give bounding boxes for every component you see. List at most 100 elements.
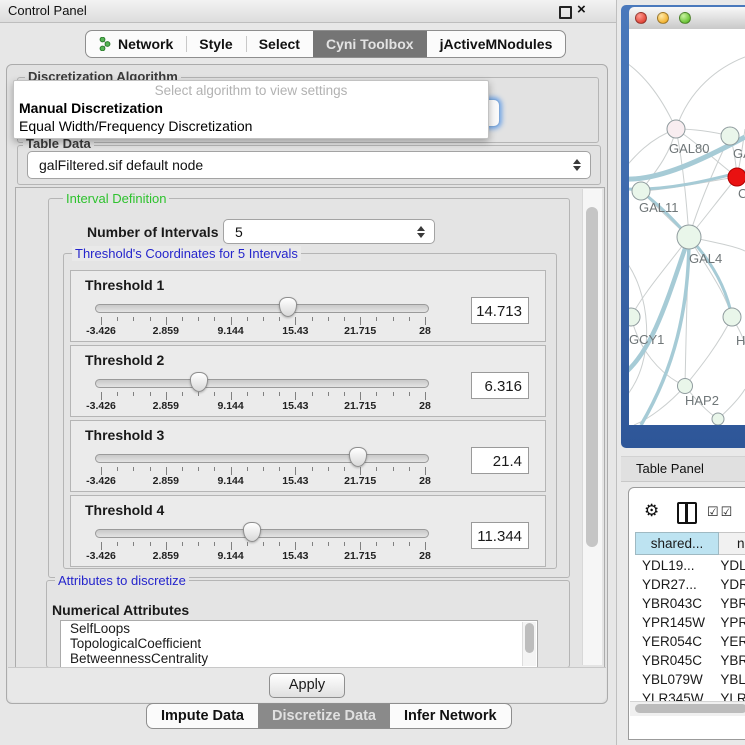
- table-row[interactable]: YDL19...YDL1: [629, 556, 745, 575]
- tab-label: jActiveMNodules: [440, 36, 553, 52]
- network-node[interactable]: [678, 379, 693, 394]
- slider-tick-labels: -3.4262.8599.14415.4321.71528: [101, 475, 425, 487]
- network-node-label: GAL11: [639, 200, 679, 215]
- slider-track[interactable]: [95, 304, 429, 313]
- slider-tick-labels: -3.4262.8599.14415.4321.71528: [101, 550, 425, 562]
- tab-cyni-toolbox[interactable]: Cyni Toolbox: [313, 31, 427, 57]
- number-of-intervals-combobox[interactable]: 5: [223, 219, 435, 244]
- cell-shared-name: YPR145W: [635, 613, 717, 632]
- threshold-box: Threshold 4-3.4262.8599.14415.4321.71528…: [70, 495, 546, 567]
- thresholds-group: Threshold's Coordinates for 5 Intervals …: [63, 253, 557, 569]
- popup-hint: Select algorithm to view settings: [14, 81, 488, 99]
- checkboxes-icon[interactable]: ☑☑: [707, 504, 734, 520]
- tab-network[interactable]: Network: [86, 31, 186, 57]
- tab-label: Cyni Toolbox: [326, 36, 414, 52]
- apply-button[interactable]: Apply: [269, 673, 345, 698]
- tab-style[interactable]: Style: [186, 31, 245, 57]
- thresholds-group-title: Threshold's Coordinates for 5 Intervals: [72, 246, 301, 261]
- cyni-toolbox-panel: Discretization Algorithm Table Data galF…: [6, 64, 608, 704]
- network-node-label: HAP2: [685, 393, 719, 408]
- slider-track[interactable]: [95, 529, 429, 538]
- table-panel-card: ⚙ ☑☑ shared... na YDL19...YDL1YDR27...YD…: [628, 487, 745, 740]
- column-header-name[interactable]: na: [719, 532, 745, 555]
- threshold-value-field[interactable]: 11.344: [471, 522, 529, 549]
- close-icon[interactable]: ×: [577, 1, 586, 18]
- zoom-traffic-light-icon[interactable]: [679, 12, 691, 24]
- spinner-arrows-icon: [417, 226, 425, 238]
- table-row[interactable]: YBR043CYBR0: [629, 594, 745, 613]
- slider-track[interactable]: [95, 379, 429, 388]
- network-node[interactable]: [632, 182, 650, 200]
- network-canvas[interactable]: GAL80GACGAL11GAL4GCY1HHAP2: [629, 29, 745, 425]
- table-row[interactable]: YBR045CYBR0: [629, 651, 745, 670]
- tab-infer-network[interactable]: Infer Network: [390, 704, 511, 728]
- network-node-label: GAL80: [669, 141, 709, 156]
- network-node[interactable]: [712, 413, 724, 425]
- control-panel: Control Panel × Network Style Select Cyn…: [0, 0, 617, 745]
- cell-shared-name: YLR345W: [635, 689, 717, 701]
- slider-track[interactable]: [95, 454, 429, 463]
- attribute-item[interactable]: SelfLoops: [61, 621, 537, 636]
- cell-name: YDL1: [717, 556, 745, 575]
- threshold-label: Threshold 2: [85, 352, 164, 368]
- split-pane-icon[interactable]: [677, 502, 697, 524]
- panel-vertical-scrollbar[interactable]: [582, 189, 602, 665]
- tab-impute-data[interactable]: Impute Data: [147, 704, 258, 728]
- table-data-combobox[interactable]: galFiltered.sif default node: [27, 151, 591, 179]
- scrollbar-thumb[interactable]: [635, 704, 745, 713]
- control-panel-titlebar: Control Panel ×: [0, 0, 616, 23]
- tab-discretize-data[interactable]: Discretize Data: [258, 704, 390, 728]
- threshold-value-field[interactable]: 14.713: [471, 297, 529, 324]
- scrollbar-thumb[interactable]: [525, 623, 534, 653]
- network-node[interactable]: [723, 308, 741, 326]
- network-node[interactable]: [667, 120, 685, 138]
- table-row[interactable]: YBL079WYBL0: [629, 670, 745, 689]
- tab-select[interactable]: Select: [246, 31, 313, 57]
- network-node[interactable]: [629, 308, 640, 326]
- table-row[interactable]: YPR145WYPR1: [629, 613, 745, 632]
- popup-option-equal-width-frequency[interactable]: Equal Width/Frequency Discretization: [14, 117, 488, 135]
- network-node-label: H: [736, 333, 745, 348]
- attribute-item[interactable]: TopologicalCoefficient: [61, 636, 537, 651]
- network-window-titlebar[interactable]: [629, 7, 745, 30]
- number-of-intervals-value: 5: [235, 220, 243, 243]
- threshold-value-field[interactable]: 21.4: [471, 447, 529, 474]
- bottom-tab-bar: Impute Data Discretize Data Infer Networ…: [146, 703, 512, 729]
- cell-name: YLR3: [717, 689, 745, 701]
- slider-thumb[interactable]: [190, 372, 208, 392]
- slider-ticks: [101, 317, 425, 325]
- network-node[interactable]: [677, 225, 701, 249]
- gear-icon[interactable]: ⚙: [644, 501, 659, 521]
- table-row[interactable]: YER054CYER0: [629, 632, 745, 651]
- interval-definition-group: Interval Definition Number of Intervals …: [48, 198, 570, 578]
- scrollbar-thumb[interactable]: [586, 207, 598, 547]
- popup-option-manual-discretization[interactable]: Manual Discretization: [14, 99, 488, 117]
- float-window-icon[interactable]: [559, 6, 572, 19]
- table-horizontal-scrollbar[interactable]: [630, 701, 745, 716]
- cell-name: YBR0: [717, 594, 745, 613]
- numerical-attributes-list[interactable]: SelfLoopsTopologicalCoefficientBetweenne…: [60, 620, 538, 668]
- network-view-window[interactable]: GAL80GACGAL11GAL4GCY1HHAP2: [621, 5, 745, 448]
- top-tab-bar: Network Style Select Cyni Toolbox jActiv…: [85, 30, 566, 58]
- slider-thumb[interactable]: [349, 447, 367, 467]
- tab-jactivemnodules[interactable]: jActiveMNodules: [427, 31, 566, 57]
- column-header-shared-name[interactable]: shared...: [635, 532, 719, 555]
- threshold-box: Threshold 3-3.4262.8599.14415.4321.71528…: [70, 420, 546, 492]
- cell-name: YBL0: [717, 670, 745, 689]
- attributes-scrollbar[interactable]: [522, 622, 536, 666]
- minimize-traffic-light-icon[interactable]: [657, 12, 669, 24]
- cell-shared-name: YBL079W: [635, 670, 717, 689]
- slider-thumb[interactable]: [243, 522, 261, 542]
- close-traffic-light-icon[interactable]: [635, 12, 647, 24]
- network-node[interactable]: [721, 127, 739, 145]
- slider-thumb[interactable]: [279, 297, 297, 317]
- attribute-item[interactable]: BetweennessCentrality: [61, 651, 537, 666]
- threshold-label: Threshold 1: [85, 277, 164, 293]
- table-row[interactable]: YDR27...YDR2: [629, 575, 745, 594]
- table-row[interactable]: YLR345WYLR3: [629, 689, 745, 701]
- slider-tick-labels: -3.4262.8599.14415.4321.71528: [101, 400, 425, 412]
- threshold-value-field[interactable]: 6.316: [471, 372, 529, 399]
- interval-definition-title: Interval Definition: [63, 191, 169, 206]
- cell-name: YPR1: [717, 613, 745, 632]
- network-node[interactable]: [728, 168, 745, 186]
